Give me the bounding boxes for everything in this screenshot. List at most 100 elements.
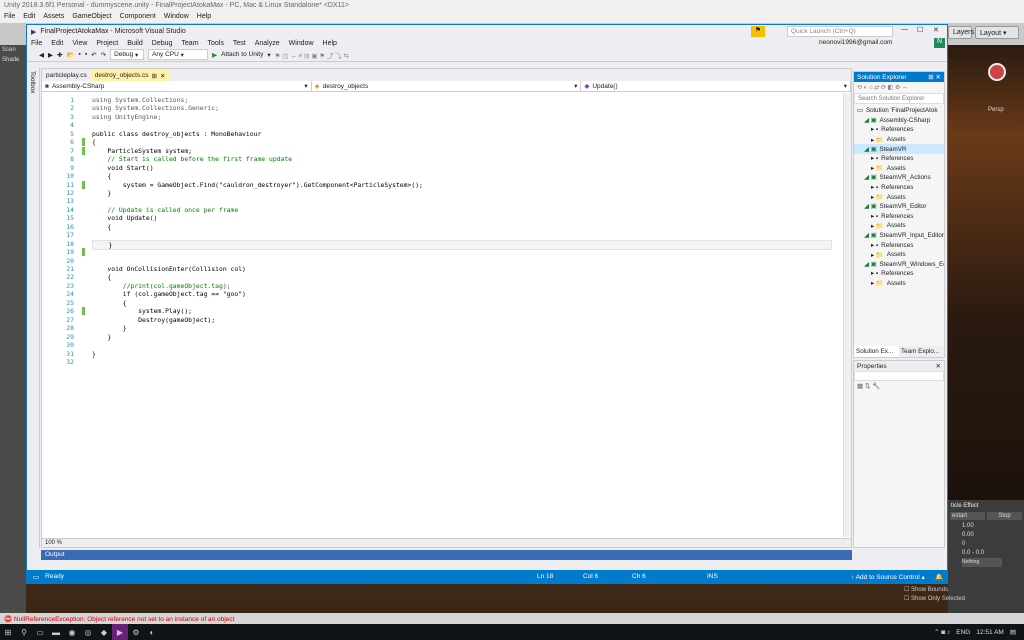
shaded-dropdown[interactable]: Shade	[0, 55, 26, 65]
vs-menu-analyze[interactable]: Analyze	[255, 40, 280, 47]
vs-menu-edit[interactable]: Edit	[51, 40, 63, 47]
search-icon[interactable]: ⚲	[16, 624, 32, 640]
add-to-source-control-button[interactable]: ↑ Add to Source Control ▴	[851, 573, 925, 581]
playback-time-value[interactable]: 0.00	[962, 531, 1010, 540]
code-line[interactable]: }	[92, 333, 111, 341]
unity-menu-file[interactable]: File	[4, 13, 15, 22]
vs-menu-test[interactable]: Test	[233, 40, 246, 47]
scene-gizmo-panel[interactable]: Persp	[948, 45, 1024, 500]
maximize-button[interactable]: ☐	[917, 26, 923, 34]
code-line[interactable]: void Update()	[92, 214, 157, 222]
toolbox-strip[interactable]: Toolbox	[27, 68, 40, 548]
code-line[interactable]: using System.Collections;	[92, 96, 188, 104]
unity-menu-help[interactable]: Help	[197, 13, 211, 22]
solution-tree-item[interactable]: ▭ Solution 'FinalProjectAtok	[854, 106, 944, 116]
solution-tree-item[interactable]: ▸ ▪ References	[854, 125, 944, 135]
solution-tree-item[interactable]: ▸ 📁 Assets	[854, 279, 944, 289]
attach-dropdown-icon[interactable]: ▾	[267, 51, 270, 59]
save-all-icon[interactable]: ▪	[85, 51, 87, 58]
steamvr-icon[interactable]: ◐	[144, 624, 160, 640]
undo-icon[interactable]: ↶	[91, 51, 96, 59]
layout-dropdown[interactable]: Layout ▾	[975, 26, 1019, 39]
user-email[interactable]: neonovi1996@gmail.com	[819, 39, 892, 46]
vs-menu-window[interactable]: Window	[289, 40, 314, 47]
solution-tree-item[interactable]: ◢ ▣ SteamVR_Input_Editor	[854, 231, 944, 241]
pin-icon[interactable]: ⊞ ✕	[928, 73, 941, 81]
notification-flag-icon[interactable]: ⚑	[751, 26, 765, 37]
member-dropdown[interactable]: ◆ Update() ▾	[581, 81, 852, 91]
solution-tree-item[interactable]: ◢ ▣ Assembly-CSharp	[854, 116, 944, 126]
solution-tree-item[interactable]: ◢ ▣ SteamVR_Editor	[854, 202, 944, 212]
file-explorer-icon[interactable]: ▬	[48, 624, 64, 640]
close-tab-icon[interactable]: ✕	[160, 72, 165, 80]
code-line[interactable]: // Start is called before the first fram…	[92, 155, 292, 163]
code-line[interactable]: {	[92, 273, 111, 281]
user-avatar[interactable]: N	[934, 38, 945, 48]
solution-tree-item[interactable]: ◢ ▣ SteamVR_Windows_Ed	[854, 260, 944, 270]
solution-explorer-toolbar[interactable]: ⟲ ◐ ⌂ ⇄ ⟳ ◧ ⚙ ⇔	[854, 82, 944, 93]
code-line[interactable]: using UnityEngine;	[92, 113, 161, 121]
scene-tab[interactable]: Scen	[0, 45, 26, 55]
code-editor[interactable]: 1 using System.Collections; 2 using System.…	[42, 92, 851, 532]
show-only-selected-checkbox[interactable]: ☐ Show Only Selected	[904, 595, 965, 604]
quick-launch-input[interactable]: Quick Launch (Ctrl+Q)	[787, 26, 893, 37]
vertical-scrollbar[interactable]	[843, 93, 851, 537]
close-button[interactable]: ✕	[933, 26, 939, 34]
class-dropdown[interactable]: ◈ destroy_objects ▾	[312, 81, 582, 91]
obs-icon[interactable]: ◎	[80, 624, 96, 640]
code-line[interactable]: {	[92, 299, 127, 307]
solution-tree-item[interactable]: ◢ ▣ SteamVR_Actions	[854, 173, 944, 183]
show-bounds-checkbox[interactable]: ☐ Show Bounds	[904, 586, 965, 595]
zoom-level[interactable]: 100 %	[45, 540, 62, 546]
solution-tree-item[interactable]: ▸ 📁 Assets	[854, 250, 944, 260]
steam-icon[interactable]: ⚙	[128, 624, 144, 640]
config-dropdown[interactable]: Debug ▾	[110, 49, 145, 60]
code-line[interactable]: Destroy(gameObject);	[92, 316, 215, 324]
solution-tree-item[interactable]: ▸ ▪ References	[854, 240, 944, 250]
forward-icon[interactable]: ▶	[48, 51, 53, 59]
scene-gizmo[interactable]	[988, 63, 1006, 81]
code-line[interactable]: using System.Collections.Generic;	[92, 104, 219, 112]
notifications-icon[interactable]: ▤	[1010, 628, 1016, 636]
tray-icons[interactable]: ⌃ ◙ ♪	[934, 628, 950, 636]
vs-menu-file[interactable]: File	[31, 40, 42, 47]
solution-tree-item[interactable]: ▸ ▪ References	[854, 183, 944, 193]
clock[interactable]: 12:51 AM	[976, 629, 1003, 636]
back-icon[interactable]: ◀	[39, 51, 44, 59]
playback-speed-value[interactable]: 1.00	[962, 522, 1010, 531]
code-line[interactable]: // Update is called once per frame	[92, 206, 238, 214]
solution-tree-item[interactable]: ▸ ▪ References	[854, 212, 944, 222]
code-line[interactable]: }	[92, 239, 832, 250]
code-line[interactable]: }	[92, 189, 111, 197]
task-view-icon[interactable]: ▭	[32, 624, 48, 640]
stop-button[interactable]: Stop	[987, 512, 1022, 520]
unity-menu-assets[interactable]: Assets	[43, 13, 64, 22]
vs-menu-tools[interactable]: Tools	[208, 40, 224, 47]
play-icon[interactable]: ▶	[212, 51, 217, 59]
code-line[interactable]: {	[92, 223, 111, 231]
code-line[interactable]: void OnCollisionEnter(Collision col)	[92, 265, 246, 273]
restart-button[interactable]: estart	[950, 512, 985, 520]
language-indicator[interactable]: ENG	[956, 629, 970, 636]
solution-tree-item[interactable]: ▸ 📁 Assets	[854, 164, 944, 174]
vs-icon[interactable]: ▶	[112, 624, 128, 640]
vs-menu-help[interactable]: Help	[323, 40, 337, 47]
redo-icon[interactable]: ↷	[101, 51, 106, 59]
pin-icon[interactable]: ⊞	[152, 72, 157, 80]
solution-tree-item[interactable]: ▸ ▪ References	[854, 269, 944, 279]
vs-menu-debug[interactable]: Debug	[152, 40, 173, 47]
minimize-button[interactable]: —	[901, 26, 908, 33]
save-icon[interactable]: ▪	[79, 51, 81, 58]
windows-start-icon[interactable]: ⊞	[0, 624, 16, 640]
solution-tree-item[interactable]: ▸ 📁 Assets	[854, 221, 944, 231]
code-line[interactable]: {	[92, 172, 111, 180]
notifications-bell-icon[interactable]: 🔔	[935, 573, 943, 581]
output-panel-header[interactable]: Output	[41, 550, 852, 560]
chrome-icon[interactable]: ◉	[64, 624, 80, 640]
code-line[interactable]: if (col.gameObject.tag == "goo")	[92, 290, 246, 298]
properties-object-dropdown[interactable]	[854, 371, 944, 381]
unity-menu-gameobject[interactable]: GameObject	[72, 13, 111, 22]
toolbar-misc-icons[interactable]: ⚑ ◫ ⇔ ≡ ⊟ ▣ ⚑ ⤴ ⤵ ⇆	[275, 50, 349, 60]
vs-menu-build[interactable]: Build	[127, 40, 143, 47]
layers-dropdown[interactable]: Layers	[948, 26, 974, 39]
